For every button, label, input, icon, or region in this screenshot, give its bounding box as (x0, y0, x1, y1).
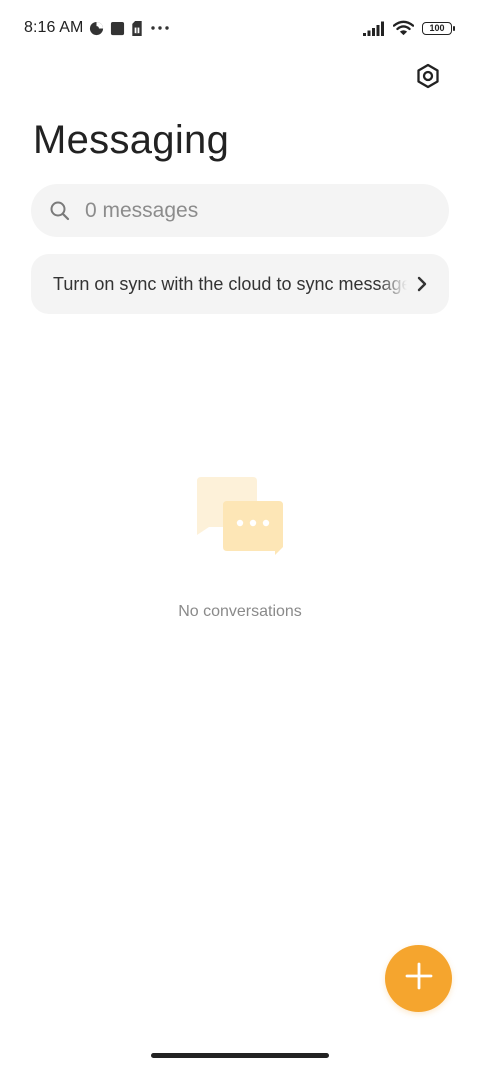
sync-banner-text: Turn on sync with the cloud to sync mess… (53, 273, 407, 294)
sim-card-icon (131, 20, 143, 36)
settings-hexagon-icon (415, 63, 441, 94)
more-dots-icon (149, 21, 171, 35)
empty-state-text: No conversations (178, 603, 302, 620)
sync-banner[interactable]: Turn on sync with the cloud to sync mess… (31, 254, 449, 314)
page-title: Messaging (33, 118, 230, 162)
chevron-right-icon (413, 275, 431, 293)
new-message-button[interactable] (385, 945, 452, 1012)
battery-icon: 100 (422, 21, 455, 35)
search-icon (49, 200, 71, 222)
signal-bars-icon (363, 21, 385, 36)
notification-square-icon (110, 21, 125, 36)
chat-bubbles-icon (195, 477, 287, 557)
plus-icon (405, 962, 433, 995)
data-saver-icon (89, 21, 104, 36)
status-right: 100 (363, 20, 455, 36)
settings-button[interactable] (410, 60, 446, 96)
status-left: 8:16 AM (24, 19, 171, 37)
battery-level: 100 (429, 22, 445, 33)
search-input[interactable] (85, 198, 405, 223)
status-bar: 8:16 AM 100 (0, 0, 480, 56)
messaging-screen: 8:16 AM 100 Messaging 0 messages Turn on… (0, 0, 480, 1066)
status-time: 8:16 AM (24, 19, 84, 36)
search-bar[interactable] (31, 184, 449, 237)
wifi-icon (393, 20, 414, 36)
home-indicator[interactable] (151, 1053, 329, 1058)
